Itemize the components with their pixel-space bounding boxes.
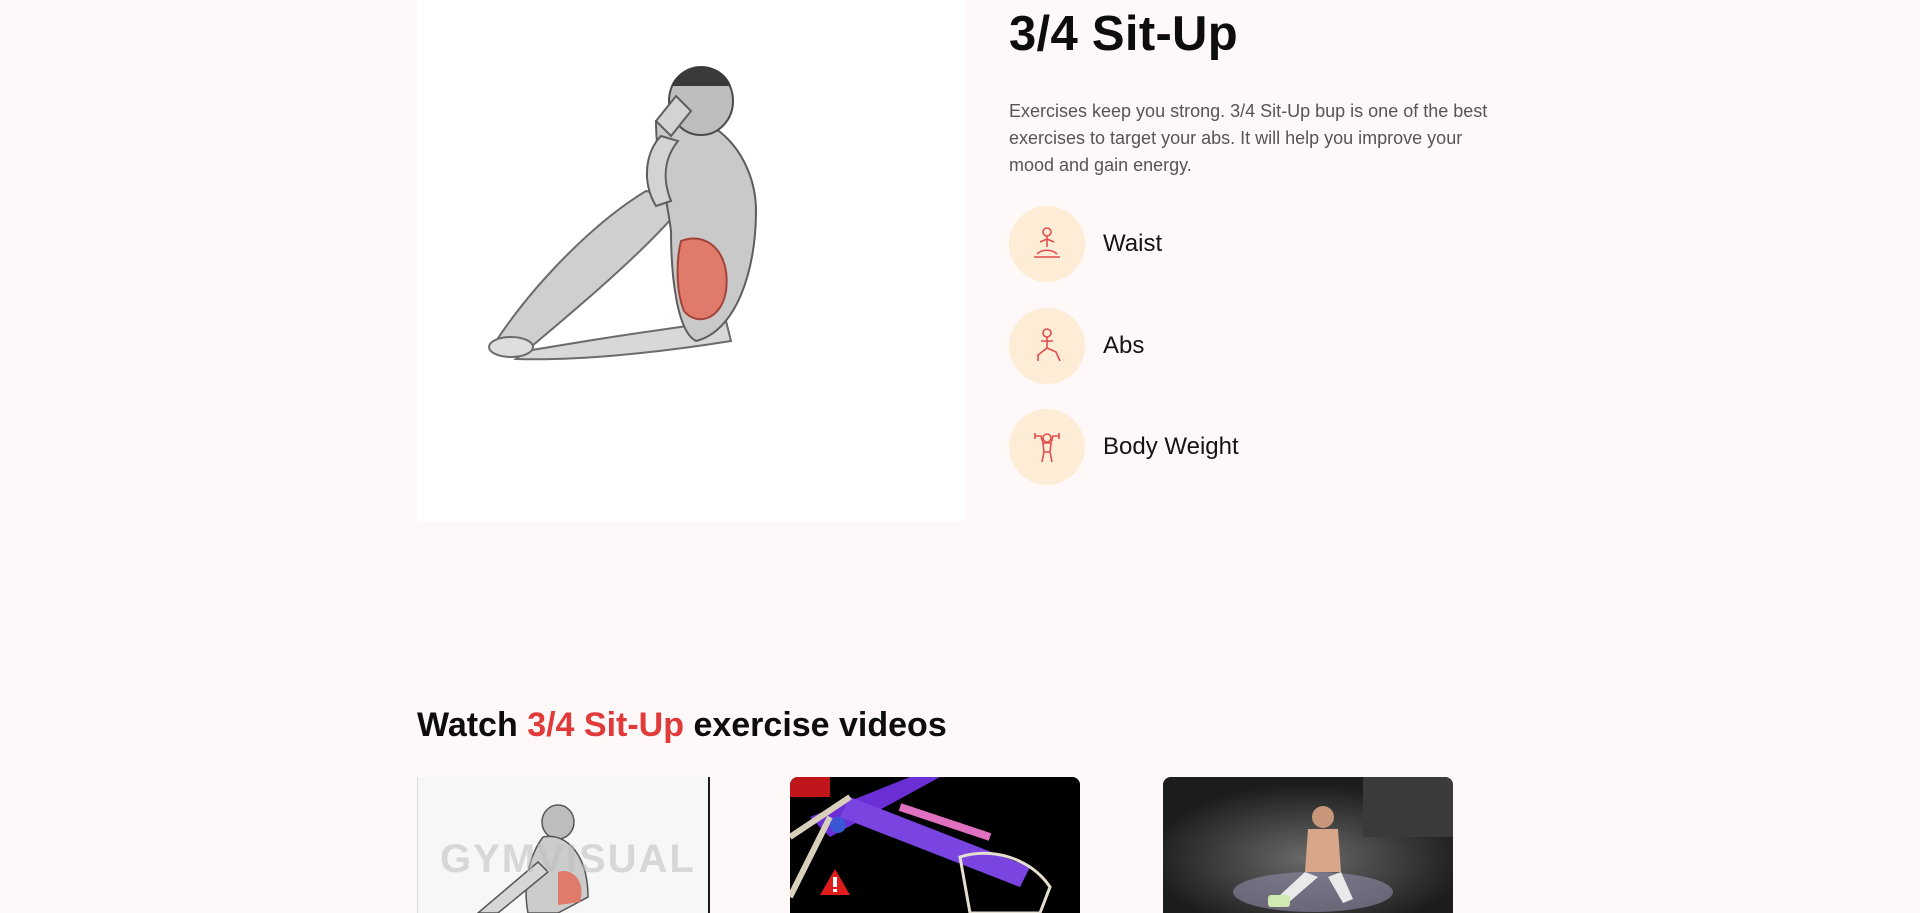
target-label: Waist [1103,230,1163,257]
heading-highlight: 3/4 Sit-Up [527,706,684,744]
video-watermark: GYMVISUAL [440,837,696,881]
exercise-page: 3/4 Sit-Up Exercises keep you strong. 3/… [0,0,1920,913]
sit-up-anatomy-illustration [488,65,758,360]
skeleton-hip-flexor-thumbnail [790,777,1080,913]
target-item-waist: Waist [1009,206,1409,282]
lunge-pose-icon [1009,308,1085,384]
target-label: Body Weight [1103,433,1239,460]
video-thumbnail-1[interactable]: GYMVISUAL [417,777,710,913]
target-label: Abs [1103,332,1145,359]
dumbbell-lift-icon [1009,409,1085,485]
meditation-pose-icon [1009,206,1085,282]
heading-prefix: Watch [417,706,528,744]
page-title: 3/4 Sit-Up [1009,7,1238,61]
target-item-abs: Abs [1009,308,1409,384]
videos-heading: Watch 3/4 Sit-Up exercise videos [417,706,947,745]
heading-suffix: exercise videos [684,706,947,744]
video-thumbnail-3[interactable] [1163,777,1453,913]
gym-sit-up-thumbnail [1163,777,1453,913]
exercise-illustration [417,0,965,521]
video-thumbnail-2[interactable] [790,777,1080,913]
exercise-description: Exercises keep you strong. 3/4 Sit-Up bu… [1009,101,1488,175]
target-item-body-weight: Body Weight [1009,409,1409,485]
